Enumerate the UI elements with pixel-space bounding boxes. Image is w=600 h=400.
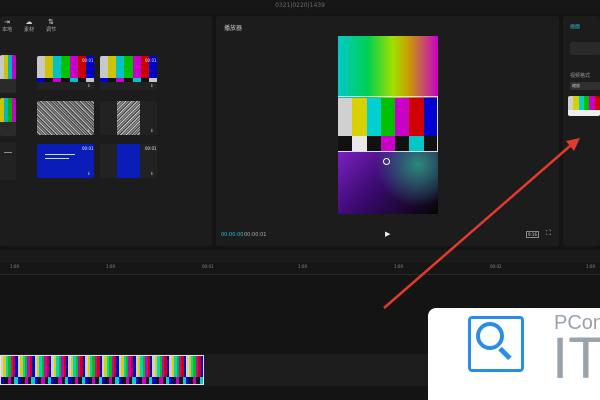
duration-label: 00:01	[82, 58, 94, 63]
color-gradient	[338, 36, 438, 98]
download-icon[interactable]: ⭳	[151, 128, 153, 135]
download-icon[interactable]: ⭳	[88, 171, 90, 178]
watermark-brand-large: IT	[552, 326, 600, 391]
video-preview[interactable]	[338, 36, 438, 214]
media-thumbnail[interactable]: 00:01 ⭳	[37, 144, 94, 178]
clip-frame	[68, 356, 86, 384]
import-button[interactable]: ⇥ 本地	[0, 18, 18, 34]
text-line	[45, 158, 69, 159]
blue-frame	[117, 144, 140, 178]
ruler-tick: 1:00	[10, 264, 19, 269]
ruler-tick: 1:00	[586, 264, 595, 269]
magnifier-lens	[476, 322, 504, 350]
clip-frame	[51, 356, 69, 384]
clip-frame	[135, 356, 153, 384]
clip-frame	[101, 356, 119, 384]
format-label: 视频格式	[570, 73, 591, 79]
timeline-toolbar	[0, 250, 600, 262]
clip-frame	[1, 356, 18, 384]
media-thumbnail[interactable]	[0, 98, 16, 136]
total-time: 00:00:01	[244, 232, 267, 238]
download-icon[interactable]: ⭳	[88, 128, 90, 135]
clip-frame	[118, 356, 136, 384]
clip-frames	[1, 356, 203, 384]
media-thumbnail[interactable]: 00:01 ⭳	[100, 56, 157, 90]
player-title: 播放器	[224, 25, 243, 32]
format-select[interactable]: 缩放	[570, 82, 600, 90]
timeline-clip[interactable]	[0, 355, 204, 385]
adjust-label: 调节	[45, 27, 56, 33]
fullscreen-icon[interactable]: ⛶	[546, 229, 551, 238]
clip-frame	[17, 356, 35, 384]
selection-box[interactable]	[338, 96, 438, 152]
adjust-button[interactable]: ⇅ 调节	[40, 18, 62, 34]
media-thumbnail[interactable]: ⭳	[37, 101, 94, 135]
play-icon[interactable]: ▶	[385, 230, 390, 238]
import-label: 本地	[1, 27, 12, 33]
duration-label: 00:01	[145, 58, 157, 63]
ruler-tick: 00:01	[202, 264, 214, 269]
duration-label: 00:01	[145, 146, 157, 151]
noise-frame	[117, 101, 140, 135]
material-label: 素材	[23, 27, 34, 33]
adjust-icon: ⇅	[48, 18, 54, 26]
duration-label: 00:01	[82, 146, 94, 151]
cloud-icon: ☁	[25, 18, 33, 26]
download-icon[interactable]: ⭳	[88, 83, 90, 90]
ruler-tick: 1:00	[298, 264, 307, 269]
text-line	[4, 152, 12, 153]
clip-frame	[85, 356, 102, 384]
clip-frame	[169, 356, 187, 384]
tab-picture[interactable]: 画面	[570, 23, 580, 30]
media-thumbnail[interactable]: 00:01 ⭳	[100, 144, 157, 178]
preset-thumbnail[interactable]	[568, 96, 600, 116]
download-icon[interactable]: ⭳	[151, 171, 153, 178]
current-time: 00:00:00	[221, 232, 244, 238]
ruler-tick: 1:00	[106, 264, 115, 269]
media-thumbnail[interactable]: 00:01 ⭳	[37, 56, 94, 90]
clip-frame	[34, 356, 52, 384]
rotate-handle[interactable]	[383, 158, 390, 165]
material-button[interactable]: ☁ 素材	[18, 18, 40, 34]
property-field[interactable]	[570, 42, 600, 55]
ruler-tick: 00:02	[490, 264, 502, 269]
clip-frame	[186, 356, 203, 384]
window-title: 0321|0220|1439	[275, 2, 325, 9]
text-line	[45, 154, 75, 155]
media-thumbnail[interactable]: ⭳	[100, 101, 157, 135]
clip-frame	[152, 356, 170, 384]
ruler-tick: 1:00	[394, 264, 403, 269]
media-thumbnail[interactable]	[0, 55, 16, 93]
media-thumbnail[interactable]	[0, 142, 16, 180]
import-icon: ⇥	[4, 18, 10, 26]
ratio-button[interactable]: 9:16	[526, 231, 539, 238]
download-icon[interactable]: ⭳	[151, 83, 153, 90]
